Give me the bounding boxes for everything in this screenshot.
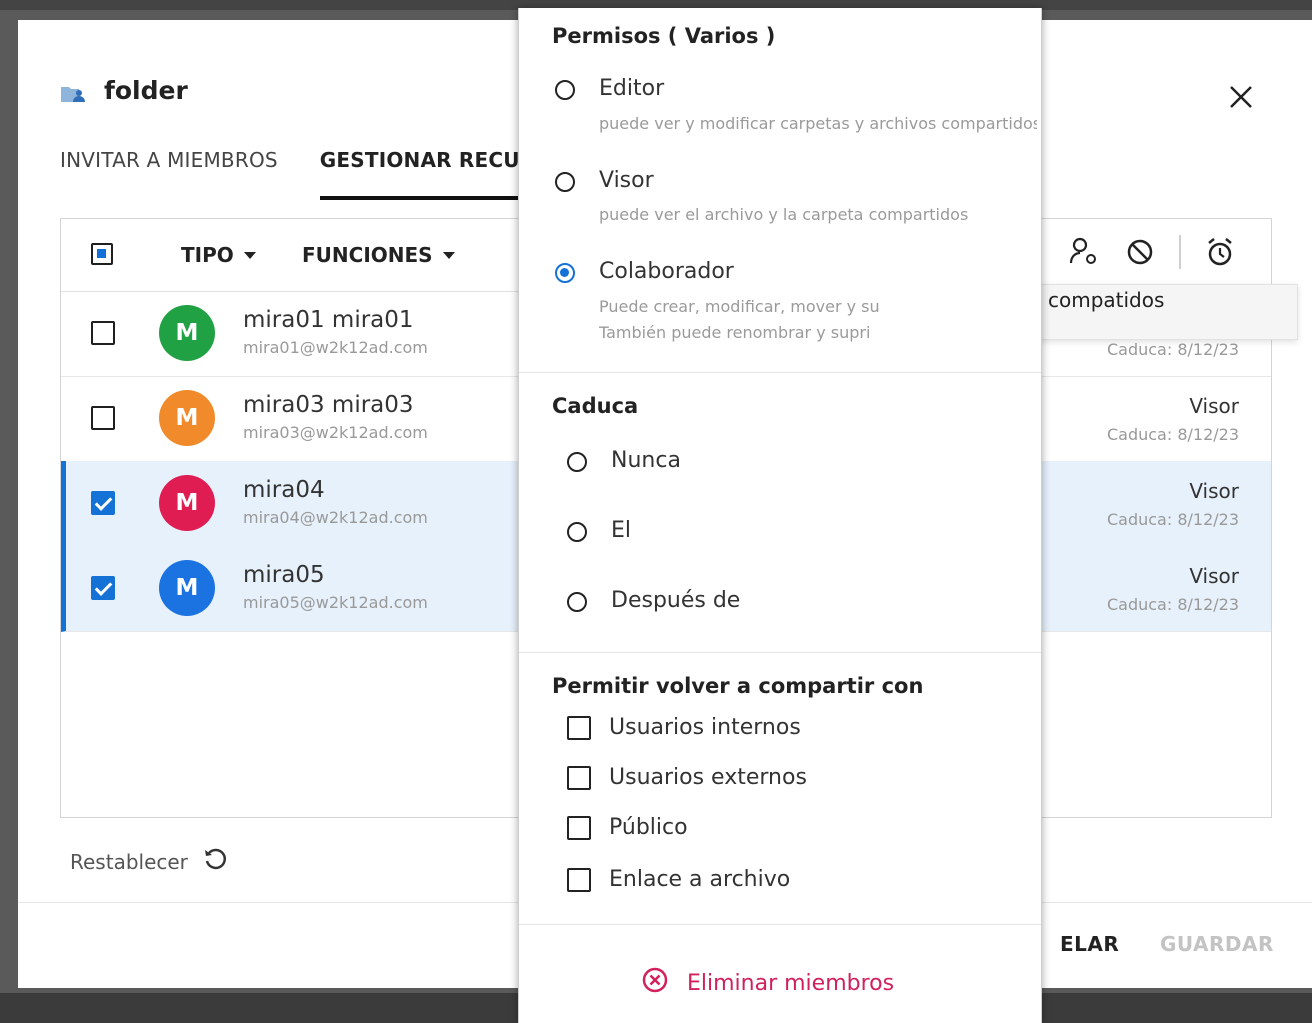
permission-label: Colaborador <box>599 259 734 284</box>
reshare-option-label: Enlace a archivo <box>609 867 791 892</box>
select-all-checkbox[interactable] <box>91 243 113 265</box>
radio-never[interactable] <box>567 452 587 472</box>
type-filter-label: TIPO <box>181 243 234 267</box>
member-role: Visor <box>1189 394 1239 418</box>
member-role: Visor <box>1189 564 1239 588</box>
close-icon[interactable] <box>1224 80 1258 114</box>
alarm-icon[interactable] <box>1203 235 1237 269</box>
avatar: M <box>159 305 215 361</box>
remove-members-button[interactable]: Eliminar miembros <box>641 966 894 1000</box>
remove-circle-icon <box>641 966 669 1000</box>
member-expiry: Caduca: 8/12/23 <box>1106 510 1239 529</box>
checkbox-public[interactable] <box>567 816 591 840</box>
permissions-title: Permisos ( Varios ) <box>552 24 776 48</box>
save-button[interactable]: GUARDAR <box>1160 932 1274 956</box>
expires-title: Caduca <box>552 394 639 418</box>
row-checkbox-checked[interactable] <box>91 491 115 515</box>
reshare-option-label: Público <box>609 815 688 840</box>
radio-collaborator[interactable] <box>555 263 575 283</box>
user-settings-icon[interactable] <box>1067 235 1101 269</box>
member-expiry: Caduca: 8/12/23 <box>1106 595 1239 614</box>
block-icon[interactable] <box>1123 235 1157 269</box>
member-email: mira01@w2k12ad.com <box>243 338 428 357</box>
reset-label: Restablecer <box>70 849 188 874</box>
permission-description: puede ver el archivo y la carpeta compar… <box>599 205 969 224</box>
permission-description: También puede renombrar y supri <box>599 323 871 342</box>
tab-invite-members[interactable]: INVITAR A MIEMBROS <box>60 148 278 200</box>
reshare-title: Permitir volver a compartir con <box>552 674 924 698</box>
checkbox-external-users[interactable] <box>567 766 591 790</box>
member-email: mira04@w2k12ad.com <box>243 508 428 527</box>
permission-description: puede ver y modificar carpetas y archivo… <box>599 114 1037 133</box>
functions-filter[interactable]: FUNCIONES <box>302 243 455 267</box>
toolbar-divider <box>1179 235 1181 269</box>
checkbox-file-link[interactable] <box>567 868 591 892</box>
reset-icon <box>202 846 228 877</box>
avatar: M <box>159 390 215 446</box>
member-role: Visor <box>1189 479 1239 503</box>
row-checkbox[interactable] <box>91 321 115 345</box>
expires-option-label: Nunca <box>611 448 681 473</box>
member-name: mira01 mira01 <box>243 307 414 333</box>
member-email: mira05@w2k12ad.com <box>243 593 428 612</box>
reshare-option-label: Usuarios internos <box>609 715 801 740</box>
permission-label: Visor <box>599 168 654 193</box>
permissions-panel: Permisos ( Varios ) Editor puede ver y m… <box>518 8 1042 1023</box>
dialog-title-group: folder <box>60 76 188 105</box>
caret-down-icon <box>243 251 256 259</box>
panel-divider <box>519 372 1041 373</box>
member-email: mira03@w2k12ad.com <box>243 423 428 442</box>
reset-button[interactable]: Restablecer <box>70 846 228 877</box>
checkbox-internal-users[interactable] <box>567 716 591 740</box>
caret-down-icon <box>442 251 455 259</box>
panel-divider <box>519 652 1041 653</box>
avatar: M <box>159 475 215 531</box>
remove-members-label: Eliminar miembros <box>687 970 895 996</box>
permission-description: Puede crear, modificar, mover y su <box>599 297 880 316</box>
member-expiry: Caduca: 8/12/23 <box>1106 425 1239 444</box>
member-name: mira04 <box>243 477 325 503</box>
tab-bar: INVITAR A MIEMBROS GESTIONAR RECURSOS <box>60 148 582 200</box>
member-name: mira03 mira03 <box>243 392 414 418</box>
reshare-option-label: Usuarios externos <box>609 765 807 790</box>
bulk-toolbar <box>1067 235 1237 269</box>
row-checkbox[interactable] <box>91 406 115 430</box>
radio-on-date[interactable] <box>567 522 587 542</box>
radio-editor[interactable] <box>555 80 575 100</box>
panel-divider <box>519 924 1041 925</box>
member-name: mira05 <box>243 562 325 588</box>
avatar: M <box>159 560 215 616</box>
functions-filter-label: FUNCIONES <box>302 243 433 267</box>
shared-folder-icon <box>60 81 88 102</box>
row-checkbox-checked[interactable] <box>91 576 115 600</box>
dialog-title: folder <box>104 76 188 105</box>
radio-after[interactable] <box>567 592 587 612</box>
type-filter[interactable]: TIPO <box>181 243 256 267</box>
member-expiry: Caduca: 8/12/23 <box>1106 340 1239 359</box>
cancel-button[interactable]: ELAR <box>1060 932 1119 956</box>
expires-option-label: Después de <box>611 588 741 613</box>
permission-label: Editor <box>599 76 665 101</box>
radio-viewer[interactable] <box>555 172 575 192</box>
expires-option-label: El <box>611 518 632 543</box>
